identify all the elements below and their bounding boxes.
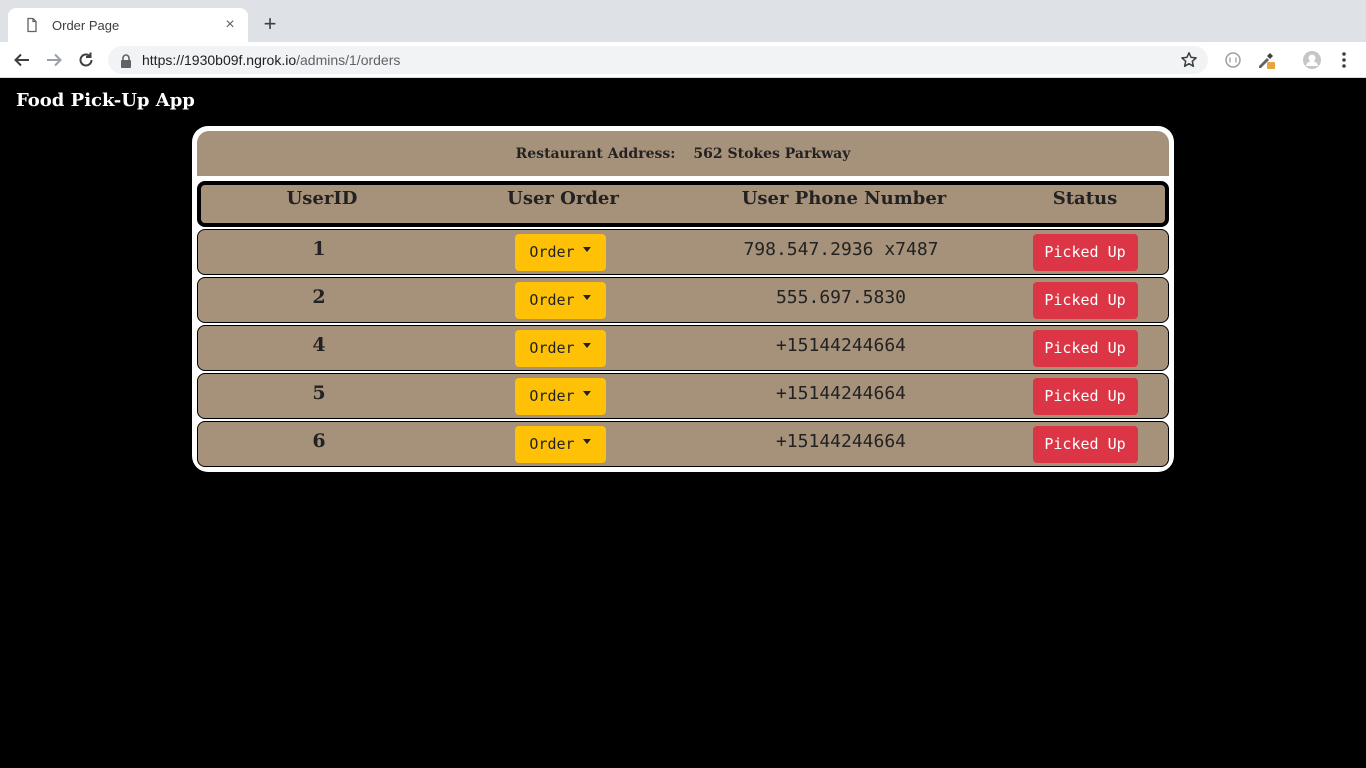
phone-cell: 798.547.2936 x7487 [743, 238, 939, 260]
order-dropdown-button[interactable]: Order [514, 377, 606, 415]
app-title: Food Pick-Up App [16, 90, 195, 111]
caret-down-icon [582, 438, 591, 444]
order-cell: Order [440, 281, 680, 319]
picked-up-button[interactable]: Picked Up [1032, 377, 1138, 415]
restaurant-address-bar: Restaurant Address: 562 Stokes Parkway [197, 131, 1169, 176]
orders-panel: Restaurant Address: 562 Stokes Parkway U… [192, 126, 1174, 472]
browser-tab[interactable]: Order Page × [8, 8, 248, 42]
header-user-id: UserID [286, 188, 358, 209]
user-id-cell: 1 [312, 238, 326, 260]
user-id-cell: 6 [312, 430, 326, 452]
bookmark-star-icon[interactable] [1180, 51, 1198, 69]
tab-close-icon[interactable]: × [222, 16, 238, 34]
order-dropdown-button[interactable]: Order [514, 233, 606, 271]
order-cell: Order [440, 377, 680, 415]
reload-icon [79, 52, 93, 67]
page-icon [24, 17, 40, 33]
picked-up-button[interactable]: Picked Up [1032, 233, 1138, 271]
back-button[interactable] [10, 48, 34, 72]
order-label: Order [529, 435, 575, 453]
order-label: Order [529, 339, 575, 357]
lock-icon [120, 53, 132, 68]
restaurant-address-value: 562 Stokes Parkway [693, 145, 851, 162]
order-cell: Order [440, 329, 680, 367]
eyedropper-extension-icon[interactable] [1256, 50, 1276, 70]
table-row: 6 Order +15144244664 Picked Up [197, 421, 1169, 467]
order-label: Order [529, 291, 575, 309]
profile-avatar-icon[interactable] [1302, 50, 1322, 70]
user-id-cell: 2 [312, 286, 326, 308]
extension-icon[interactable] [1223, 50, 1243, 70]
phone-cell: +15144244664 [775, 334, 907, 356]
url-path: /admins/1/orders [296, 52, 401, 68]
phone-cell: 555.697.5830 [775, 286, 907, 308]
phone-cell: +15144244664 [775, 382, 907, 404]
order-label: Order [529, 243, 575, 261]
phone-cell: +15144244664 [775, 430, 907, 452]
table-row: 4 Order +15144244664 Picked Up [197, 325, 1169, 371]
status-cell: Picked Up [1002, 425, 1162, 463]
order-dropdown-button[interactable]: Order [514, 281, 606, 319]
restaurant-address-label: Restaurant Address: [515, 145, 676, 162]
caret-down-icon [582, 246, 591, 252]
user-id-cell: 5 [312, 382, 326, 404]
forward-button[interactable] [42, 48, 66, 72]
header-status: Status [1052, 188, 1118, 209]
table-row: 2 Order 555.697.5830 Picked Up [197, 277, 1169, 323]
url-text: https://1930b09f.ngrok.io/admins/1/order… [142, 52, 1180, 68]
user-id-cell: 4 [312, 334, 326, 356]
order-cell: Order [440, 425, 680, 463]
order-dropdown-button[interactable]: Order [514, 425, 606, 463]
order-dropdown-button[interactable]: Order [514, 329, 606, 367]
status-cell: Picked Up [1002, 233, 1162, 271]
order-label: Order [529, 387, 575, 405]
url-host: https://1930b09f.ngrok.io [142, 52, 297, 68]
caret-down-icon [582, 342, 591, 348]
header-user-phone: User Phone Number [741, 188, 947, 209]
table-header: UserID User Order User Phone Number Stat… [197, 181, 1169, 227]
back-arrow-icon [14, 53, 29, 67]
status-cell: Picked Up [1002, 377, 1162, 415]
order-cell: Order [440, 233, 680, 271]
forward-arrow-icon [47, 53, 62, 67]
tab-title: Order Page [52, 17, 120, 33]
caret-down-icon [582, 390, 591, 396]
reload-button[interactable] [74, 48, 98, 72]
status-cell: Picked Up [1002, 281, 1162, 319]
table-row: 1 Order 798.547.2936 x7487 Picked Up [197, 229, 1169, 275]
caret-down-icon [582, 294, 591, 300]
browser-menu-icon[interactable] [1334, 50, 1354, 70]
browser-toolbar: https://1930b09f.ngrok.io/admins/1/order… [0, 42, 1366, 78]
table-row: 5 Order +15144244664 Picked Up [197, 373, 1169, 419]
new-tab-button[interactable]: + [258, 12, 282, 36]
picked-up-button[interactable]: Picked Up [1032, 281, 1138, 319]
picked-up-button[interactable]: Picked Up [1032, 425, 1138, 463]
browser-tabstrip: Order Page × + [0, 0, 1366, 42]
address-bar[interactable]: https://1930b09f.ngrok.io/admins/1/order… [108, 46, 1208, 74]
header-user-order: User Order [507, 188, 619, 209]
status-cell: Picked Up [1002, 329, 1162, 367]
picked-up-button[interactable]: Picked Up [1032, 329, 1138, 367]
